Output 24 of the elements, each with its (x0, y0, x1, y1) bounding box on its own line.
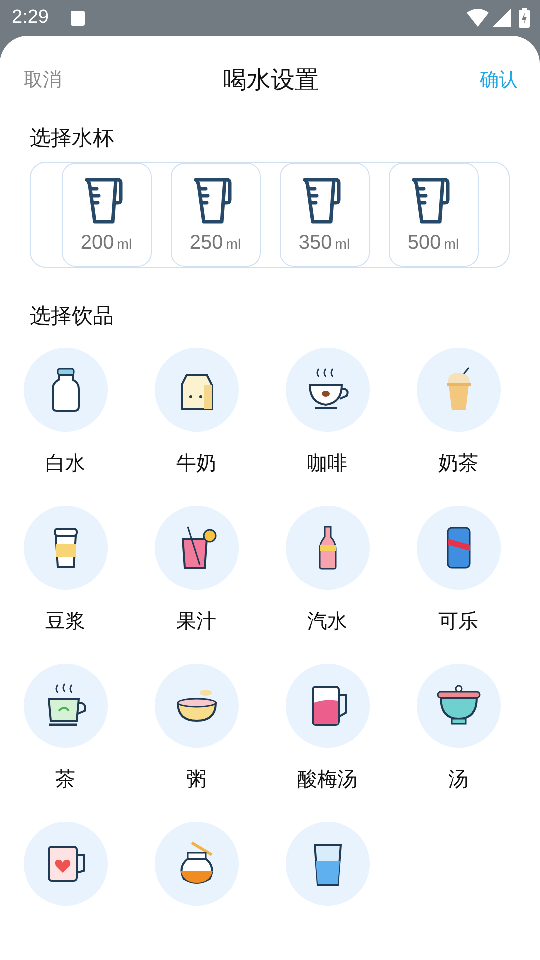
battery-icon (519, 8, 530, 28)
section-title: 选择饮品 (29, 303, 115, 330)
drink-option[interactable]: 可乐 (393, 506, 524, 664)
drink-option[interactable]: 茶 (0, 664, 131, 822)
wifi-icon (467, 9, 489, 27)
drink-option[interactable]: 汽水 (262, 506, 393, 664)
status-time: 2:29 (12, 7, 49, 29)
drink-option[interactable]: 果汁 (131, 506, 262, 664)
drink-option[interactable]: 咖啡 (262, 348, 393, 506)
sheet-title: 喝水设置 (223, 65, 319, 96)
cup-option[interactable]: 500 ml (388, 163, 478, 267)
drink-option[interactable]: 豆浆 (0, 506, 131, 664)
drink-option[interactable]: 酸梅汤 (262, 664, 393, 822)
notification-icon (70, 10, 85, 26)
drink-option[interactable]: 白水 (0, 348, 131, 506)
signal-icon (493, 9, 511, 27)
cup-option[interactable]: 350 ml (280, 163, 370, 267)
section-title: 选择水杯 (29, 125, 115, 152)
drink-option[interactable]: 牛奶 (131, 348, 262, 506)
drink-option[interactable]: 奶茶 (393, 348, 524, 506)
drink-option[interactable]: 汤 (393, 664, 524, 822)
cup-option[interactable]: 250 ml (170, 163, 260, 267)
drink-option[interactable]: 粥 (131, 664, 262, 822)
cup-option[interactable]: 200 ml (62, 163, 152, 267)
